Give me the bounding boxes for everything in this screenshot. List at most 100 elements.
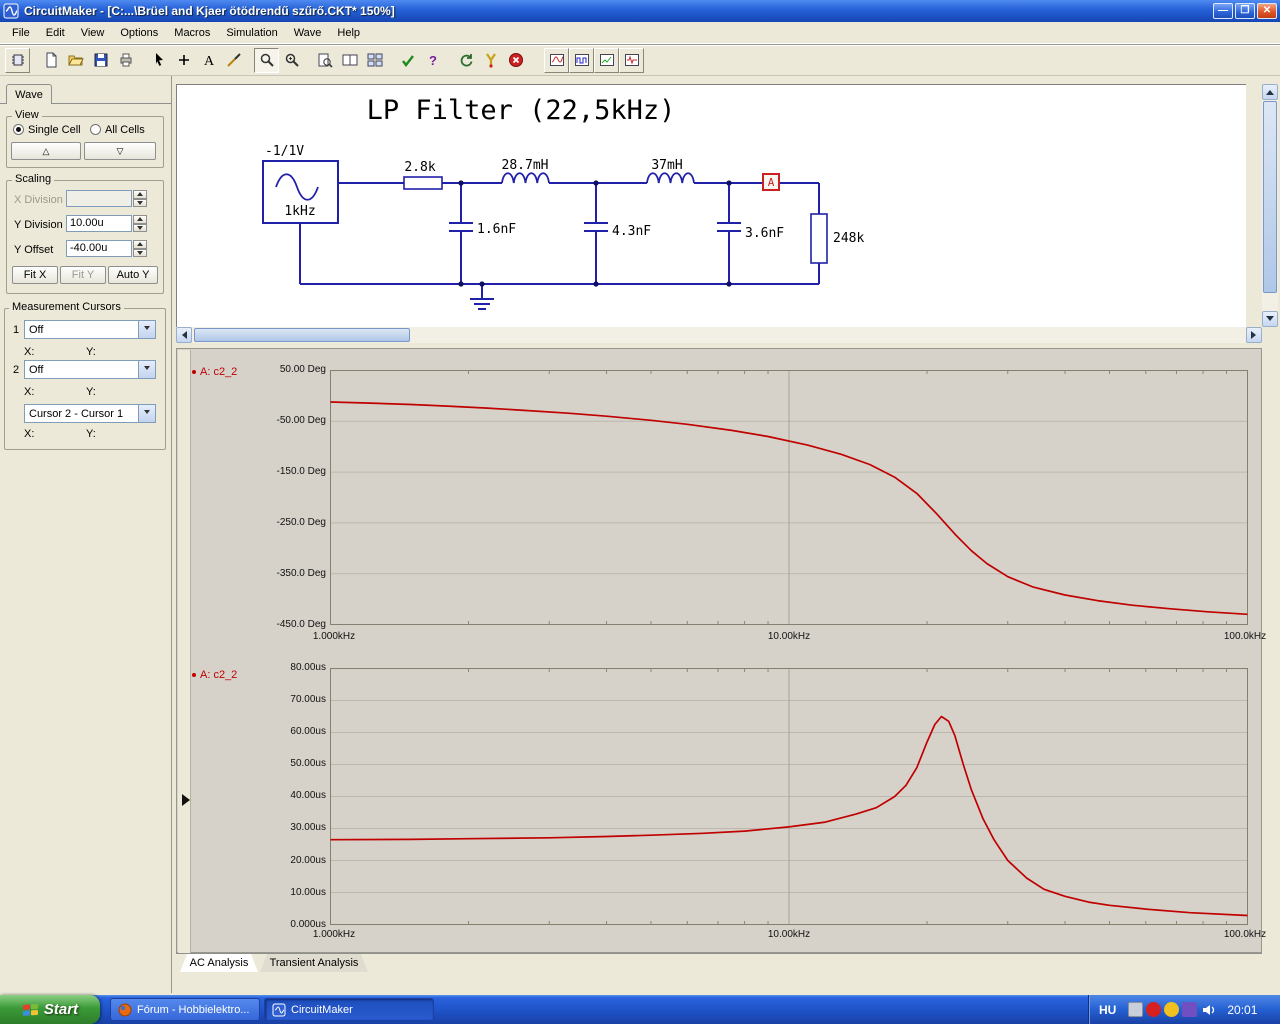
radio-all-cells-label[interactable]: All Cells — [105, 124, 145, 136]
svg-text:A: A — [203, 54, 214, 68]
cursor1-dropdown[interactable]: Off — [24, 320, 156, 339]
taskbar-item-circuitmaker[interactable]: CircuitMaker — [264, 998, 434, 1021]
split-window-button[interactable] — [337, 48, 362, 73]
open-folder-icon — [67, 55, 84, 66]
tab-ac-analysis[interactable]: AC Analysis — [180, 954, 258, 972]
scroll-right-button[interactable] — [1246, 327, 1262, 343]
wires[interactable] — [299, 182, 820, 285]
zoom-select-button[interactable] — [254, 47, 279, 73]
circuit-vscrollbar[interactable] — [1262, 84, 1278, 327]
app-icon[interactable] — [3, 3, 19, 19]
start-button[interactable]: Start — [0, 995, 100, 1024]
radio-single-cell[interactable] — [13, 124, 24, 135]
y-division-spin-down[interactable] — [133, 223, 147, 232]
fit-x-button[interactable]: Fit X — [12, 266, 58, 284]
reset-simulation-button[interactable] — [453, 48, 478, 73]
x-division-spin-down — [133, 198, 147, 207]
pulse-trace-button[interactable] — [619, 47, 644, 73]
capacitor-c3[interactable]: 3.6nF — [717, 222, 784, 241]
close-button[interactable]: ✕ — [1257, 3, 1277, 19]
signal-trace-icon — [599, 54, 614, 66]
cursor2-dropdown-button[interactable] — [138, 361, 155, 378]
cursor2-dropdown[interactable]: Off — [24, 360, 156, 379]
menu-options[interactable]: Options — [112, 24, 166, 42]
y-division-input[interactable]: 10.00u — [66, 215, 132, 232]
toolbar-separator — [138, 48, 146, 73]
tray-monitor-icon[interactable] — [1128, 1002, 1144, 1017]
tab-transient-analysis[interactable]: Transient Analysis — [260, 954, 368, 972]
wire-tool-button[interactable] — [221, 48, 246, 73]
menu-view[interactable]: View — [73, 24, 113, 42]
cursor-diff-dropdown-button[interactable] — [138, 405, 155, 422]
tile-windows-button[interactable] — [362, 48, 387, 73]
tab-wave[interactable]: Wave — [6, 84, 52, 104]
schematic-canvas[interactable]: LP Filter (22,5kHz) -1/1V 1kHz 2.8k 28.7… — [177, 85, 1246, 327]
group-delay-plot[interactable] — [330, 668, 1248, 925]
taskbar-item-forum[interactable]: Fórum - Hobbielektro... — [110, 998, 260, 1021]
voltage-source[interactable]: -1/1V 1kHz — [262, 144, 339, 224]
phase-plot[interactable] — [330, 370, 1248, 625]
auto-y-button[interactable]: Auto Y — [108, 266, 158, 284]
resistor-r2[interactable]: 248k — [810, 213, 864, 264]
signal-trace-button[interactable] — [594, 47, 619, 73]
volume-icon[interactable] — [1201, 1002, 1217, 1018]
menu-edit[interactable]: Edit — [38, 24, 73, 42]
scroll-cell-down-button[interactable]: ▽ — [84, 142, 156, 160]
menu-help[interactable]: Help — [329, 24, 368, 42]
menu-simulation[interactable]: Simulation — [218, 24, 285, 42]
ground-symbol[interactable] — [470, 284, 494, 310]
minimize-button[interactable]: — — [1213, 3, 1233, 19]
language-indicator[interactable]: HU — [1099, 1003, 1116, 1017]
circuit-hscrollbar[interactable] — [176, 327, 1262, 343]
save-button[interactable] — [88, 48, 113, 73]
menu-file[interactable]: File — [4, 24, 38, 42]
probe-tool-button[interactable] — [478, 48, 503, 73]
tray-red-icon[interactable] — [1146, 1002, 1162, 1017]
hscroll-thumb[interactable] — [194, 328, 410, 342]
radio-all-cells[interactable] — [90, 124, 101, 135]
help-button[interactable]: ? — [420, 48, 445, 73]
menu-macros[interactable]: Macros — [166, 24, 218, 42]
maximize-button[interactable]: ❐ — [1235, 3, 1255, 19]
scroll-down-button[interactable] — [1262, 311, 1278, 327]
cursor1-dropdown-button[interactable] — [138, 321, 155, 338]
capacitor-c1[interactable]: 1.6nF — [449, 222, 516, 237]
probe-a[interactable]: A — [762, 173, 780, 191]
y-offset-input[interactable]: -40.00u — [66, 240, 132, 257]
tray-yellow-icon[interactable] — [1164, 1002, 1180, 1017]
y-division-spin-up[interactable] — [133, 215, 147, 224]
inductor-l1[interactable]: 28.7mH — [501, 158, 550, 184]
add-part-button[interactable] — [171, 48, 196, 73]
y-offset-spin-down[interactable] — [133, 248, 147, 257]
vscroll-thumb[interactable] — [1263, 101, 1277, 293]
arrow-right-icon — [1251, 331, 1260, 339]
inductor-l2[interactable]: 37mH — [646, 158, 695, 184]
radio-single-cell-label[interactable]: Single Cell — [28, 124, 81, 136]
new-document-button[interactable] — [38, 48, 63, 73]
digital-waveform-button[interactable] — [569, 47, 594, 73]
pane-resize-handle[interactable] — [182, 794, 196, 806]
pointer-tool-button[interactable] — [146, 48, 171, 73]
scroll-up-button[interactable] — [1262, 84, 1278, 100]
analog-waveform-button[interactable] — [544, 47, 569, 73]
capacitor-c2[interactable]: 4.3nF — [584, 222, 651, 239]
zoom-in-button[interactable] — [279, 48, 304, 73]
circuitmaker-task-icon — [272, 1003, 286, 1016]
text-tool-button[interactable]: A — [196, 48, 221, 73]
cursor-diff-dropdown[interactable]: Cursor 2 - Cursor 1 — [24, 404, 156, 423]
c2-label: 4.3nF — [612, 224, 651, 239]
print-button[interactable] — [113, 48, 138, 73]
page-zoom-button[interactable] — [312, 48, 337, 73]
tray-purple-icon[interactable] — [1182, 1002, 1198, 1017]
scroll-left-button[interactable] — [176, 327, 192, 343]
menu-wave[interactable]: Wave — [286, 24, 330, 42]
stop-simulation-button[interactable] — [503, 48, 528, 73]
rules-check-button[interactable] — [395, 48, 420, 73]
arrow-down-icon — [1266, 316, 1274, 325]
parts-browser-button[interactable] — [5, 47, 30, 73]
open-file-button[interactable] — [63, 48, 88, 73]
scroll-cell-up-button[interactable]: △ — [11, 142, 81, 160]
resistor-r1[interactable]: 2.8k — [403, 160, 443, 190]
y-offset-spin-up[interactable] — [133, 240, 147, 249]
clock[interactable]: 20:01 — [1227, 1003, 1257, 1017]
